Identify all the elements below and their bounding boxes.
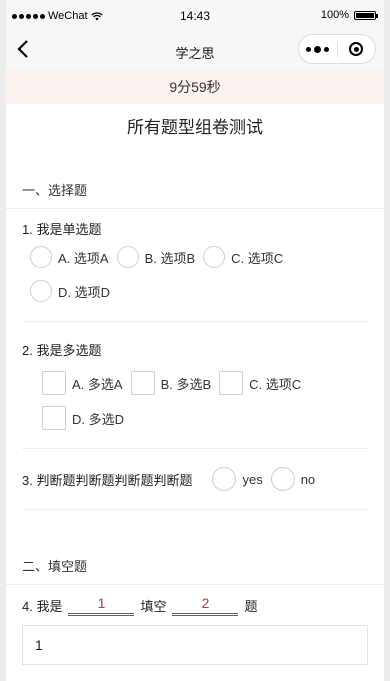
question-4: 4. 我是 1 填空 2 题 [6, 585, 384, 625]
question-text-middle: 填空 [140, 598, 167, 614]
nav-bar: 学之思 [6, 32, 384, 70]
question-3: 3. 判断题判断题判断题判断题 yes no [6, 449, 384, 509]
status-bar: WeChat 14:43 100% [6, 0, 384, 32]
answer-input[interactable]: 1 [22, 625, 368, 665]
question-text-prefix: 4. 我是 [22, 598, 63, 614]
option-label: yes [242, 471, 263, 487]
blank-input-2[interactable]: 2 [172, 595, 239, 616]
option-label: A. 多选A [72, 376, 123, 392]
section-title-choice: 一、选择题 [6, 174, 384, 209]
countdown-timer: 9分59秒 [6, 70, 384, 104]
battery-status: 100% [320, 9, 378, 21]
battery-icon [354, 10, 378, 20]
checkbox-option-d[interactable]: D. 多选D [42, 400, 124, 436]
radio-circle[interactable] [30, 280, 52, 302]
battery-percent: 100% [320, 9, 349, 21]
question-2: 2. 我是多选题 A. 多选A B. 多选B C. 选项C D. 多选D [6, 342, 384, 436]
radio-option-yes[interactable]: yes [212, 467, 263, 491]
radio-circle[interactable] [203, 246, 226, 268]
question-text: 1. 我是单选题 [22, 222, 102, 237]
option-label: C. 选项C [249, 376, 302, 392]
divider [22, 321, 368, 322]
option-label: B. 多选B [160, 376, 212, 392]
phone-frame: WeChat 14:43 100% 学之思 9分59秒 所有题型组卷测试 一、选… [6, 0, 384, 681]
option-label: B. 选项B [144, 250, 196, 266]
option-label: C. 选项C [231, 250, 284, 266]
radio-circle[interactable] [270, 467, 295, 491]
radio-circle[interactable] [116, 246, 139, 268]
radio-option-no[interactable]: no [270, 467, 316, 491]
radio-circle[interactable] [212, 467, 237, 491]
more-icon[interactable] [299, 45, 337, 53]
question-1: 1. 我是单选题 A. 选项A B. 选项B C. 选项C D. 选项D [6, 221, 384, 309]
option-label: no [300, 471, 316, 487]
mini-program-capsule [298, 34, 376, 64]
checkbox-option-b[interactable]: B. 多选B [130, 366, 212, 400]
radio-option-c[interactable]: C. 选项C [203, 241, 283, 273]
radio-circle[interactable] [30, 246, 52, 268]
section-title-fill: 二、填空题 [6, 550, 384, 585]
checkbox-option-a[interactable]: A. 多选A [42, 366, 123, 400]
question-text: 2. 我是多选题 [22, 343, 102, 358]
option-label: A. 选项A [58, 250, 109, 266]
radio-option-b[interactable]: B. 选项B [116, 241, 196, 273]
question-text: 3. 判断题判断题判断题判断题 [22, 472, 193, 488]
question-text-suffix: 题 [244, 598, 258, 614]
radio-option-a[interactable]: A. 选项A [30, 241, 109, 273]
radio-option-d[interactable]: D. 选项D [30, 273, 110, 309]
close-circle-icon[interactable] [338, 42, 376, 56]
checkbox-box[interactable] [42, 371, 66, 395]
checkbox-box[interactable] [42, 406, 66, 430]
checkbox-box[interactable] [219, 371, 244, 395]
checkbox-box[interactable] [130, 371, 155, 395]
option-label: D. 选项D [58, 284, 111, 300]
option-label: D. 多选D [72, 411, 125, 427]
checkbox-option-c[interactable]: C. 选项C [219, 366, 301, 400]
exam-title: 所有题型组卷测试 [127, 118, 263, 137]
blank-input-1[interactable]: 1 [68, 595, 135, 616]
